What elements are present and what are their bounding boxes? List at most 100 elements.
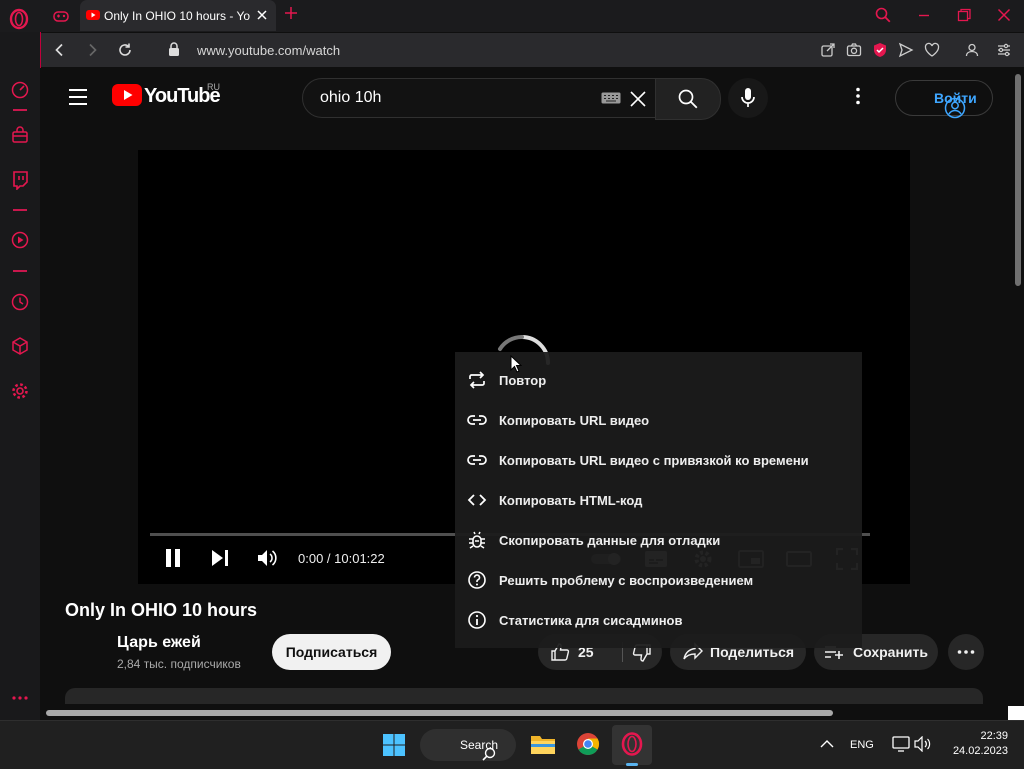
heart-icon[interactable] bbox=[924, 42, 940, 58]
shopping-bag-icon[interactable] bbox=[10, 125, 30, 145]
save-label: Сохранить bbox=[853, 644, 928, 660]
pause-icon[interactable] bbox=[164, 548, 182, 568]
browser-sidebar bbox=[0, 32, 41, 720]
opera-gx-icon[interactable] bbox=[620, 731, 644, 757]
info-icon bbox=[468, 611, 486, 629]
sidebar-separator bbox=[13, 209, 27, 211]
language-indicator[interactable]: ENG bbox=[850, 739, 874, 751]
menu-item-label: Копировать URL видео с привязкой ко врем… bbox=[499, 453, 809, 468]
youtube-favicon-icon bbox=[86, 9, 100, 21]
chevron-up-icon[interactable] bbox=[820, 739, 834, 749]
voice-search-button[interactable] bbox=[728, 78, 768, 118]
menu-item-copy-url[interactable]: Копировать URL видео bbox=[455, 400, 862, 440]
horizontal-scrollbar[interactable] bbox=[40, 704, 1013, 720]
menu-item-label: Статистика для сисадминов bbox=[499, 613, 683, 628]
vertical-scroll-thumb[interactable] bbox=[1015, 74, 1021, 286]
search-box[interactable] bbox=[302, 78, 656, 118]
snapshot-icon[interactable] bbox=[846, 42, 862, 58]
file-explorer-icon[interactable] bbox=[530, 732, 556, 756]
more-actions-button[interactable] bbox=[948, 634, 984, 670]
video-title: Only In OHIO 10 hours bbox=[65, 600, 258, 620]
menu-item-label: Скопировать данные для отладки bbox=[499, 533, 721, 548]
menu-item-label: Копировать URL видео bbox=[499, 413, 650, 428]
time-display: 0:00 / 10:01:22 bbox=[298, 551, 385, 566]
horizontal-scroll-thumb[interactable] bbox=[46, 710, 833, 716]
vertical-scrollbar[interactable] bbox=[1013, 68, 1024, 720]
taskbar-search-button[interactable]: Search bbox=[420, 729, 516, 761]
opera-menu-icon[interactable] bbox=[8, 8, 30, 30]
taskbar-clock[interactable]: 22:39 24.02.2023 bbox=[946, 729, 1008, 759]
volume-icon[interactable] bbox=[256, 548, 278, 568]
sign-in-label: Войти bbox=[934, 90, 977, 106]
tab-close-icon[interactable] bbox=[255, 8, 269, 22]
tab-title: Only In OHIO 10 hours - YouTube bbox=[104, 9, 250, 23]
next-video-icon[interactable] bbox=[210, 548, 230, 568]
clock-date: 24.02.2023 bbox=[952, 745, 1008, 757]
menu-item-troubleshoot[interactable]: Решить проблему с воспроизведением bbox=[455, 560, 862, 600]
search-button[interactable] bbox=[655, 78, 721, 120]
bug-icon bbox=[469, 531, 485, 549]
link-icon bbox=[467, 455, 487, 465]
new-tab-icon[interactable] bbox=[284, 6, 298, 20]
player-icon[interactable] bbox=[10, 230, 30, 250]
menu-item-stats-for-nerds[interactable]: Статистика для сисадминов bbox=[455, 600, 862, 640]
subscribe-button[interactable]: Подписаться bbox=[272, 634, 391, 670]
clear-search-icon[interactable] bbox=[629, 90, 647, 108]
active-tab[interactable]: Only In OHIO 10 hours - YouTube bbox=[80, 0, 276, 31]
menu-item-copy-debug[interactable]: Скопировать данные для отладки bbox=[455, 520, 862, 560]
reload-icon[interactable] bbox=[117, 42, 133, 58]
sidebar-separator bbox=[13, 270, 27, 272]
adblock-shield-icon[interactable] bbox=[872, 42, 888, 58]
share-page-icon[interactable] bbox=[820, 42, 836, 58]
link-icon bbox=[467, 415, 487, 425]
menu-item-label: Копировать HTML-код bbox=[499, 493, 643, 508]
code-icon bbox=[467, 494, 487, 506]
sidebar-separator bbox=[13, 109, 27, 111]
mouse-cursor-icon bbox=[510, 355, 522, 373]
close-window-icon[interactable] bbox=[995, 6, 1013, 24]
running-indicator bbox=[626, 763, 638, 766]
youtube-logo-icon[interactable] bbox=[112, 84, 142, 106]
settings-more-icon[interactable] bbox=[856, 87, 860, 105]
region-code: RU bbox=[207, 82, 220, 92]
subscriber-count: 2,84 тыс. подписчиков bbox=[117, 657, 241, 671]
browser-tab-bar: Only In OHIO 10 hours - YouTube bbox=[0, 0, 1024, 32]
help-icon bbox=[468, 571, 486, 589]
easy-setup-icon[interactable] bbox=[996, 42, 1012, 58]
speed-dial-icon[interactable] bbox=[10, 80, 30, 100]
address-bar: www.youtube.com/watch bbox=[40, 33, 1024, 67]
clock-time: 22:39 bbox=[980, 730, 1008, 742]
history-icon[interactable] bbox=[10, 292, 30, 312]
profile-icon[interactable] bbox=[964, 42, 980, 58]
send-icon[interactable] bbox=[898, 42, 914, 58]
settings-gear-icon[interactable] bbox=[10, 381, 30, 401]
twitch-icon[interactable] bbox=[10, 170, 30, 190]
repeat-icon bbox=[469, 371, 485, 389]
extensions-cube-icon[interactable] bbox=[10, 336, 30, 356]
search-input[interactable] bbox=[318, 87, 592, 109]
menu-item-copy-embed[interactable]: Копировать HTML-код bbox=[455, 480, 862, 520]
sidebar-more-icon[interactable] bbox=[10, 694, 30, 702]
tab-search-icon[interactable] bbox=[874, 6, 892, 24]
restore-icon[interactable] bbox=[955, 6, 973, 24]
url-text[interactable]: www.youtube.com/watch bbox=[197, 43, 340, 58]
hamburger-menu-icon[interactable] bbox=[68, 88, 88, 106]
more-horizontal-icon bbox=[957, 650, 975, 654]
display-icon[interactable] bbox=[892, 736, 910, 752]
taskbar-search-label: Search bbox=[460, 738, 499, 752]
gamepad-icon[interactable] bbox=[52, 7, 70, 25]
windows-start-icon[interactable] bbox=[382, 733, 406, 757]
back-icon[interactable] bbox=[52, 42, 68, 58]
speaker-icon[interactable] bbox=[914, 736, 932, 752]
minimize-icon[interactable] bbox=[915, 6, 933, 24]
menu-item-label: Повтор bbox=[499, 373, 547, 388]
keyboard-icon[interactable] bbox=[601, 92, 621, 104]
menu-item-copy-url-at-time[interactable]: Копировать URL видео с привязкой ко врем… bbox=[455, 440, 862, 480]
channel-name[interactable]: Царь ежей bbox=[117, 634, 201, 652]
menu-item-label: Решить проблему с воспроизведением bbox=[499, 573, 754, 588]
chrome-icon[interactable] bbox=[576, 732, 600, 756]
forward-icon[interactable] bbox=[84, 42, 100, 58]
lock-icon[interactable] bbox=[168, 42, 180, 57]
scrollbar-corner bbox=[1008, 706, 1024, 720]
sign-in-button[interactable]: Войти bbox=[895, 80, 993, 119]
